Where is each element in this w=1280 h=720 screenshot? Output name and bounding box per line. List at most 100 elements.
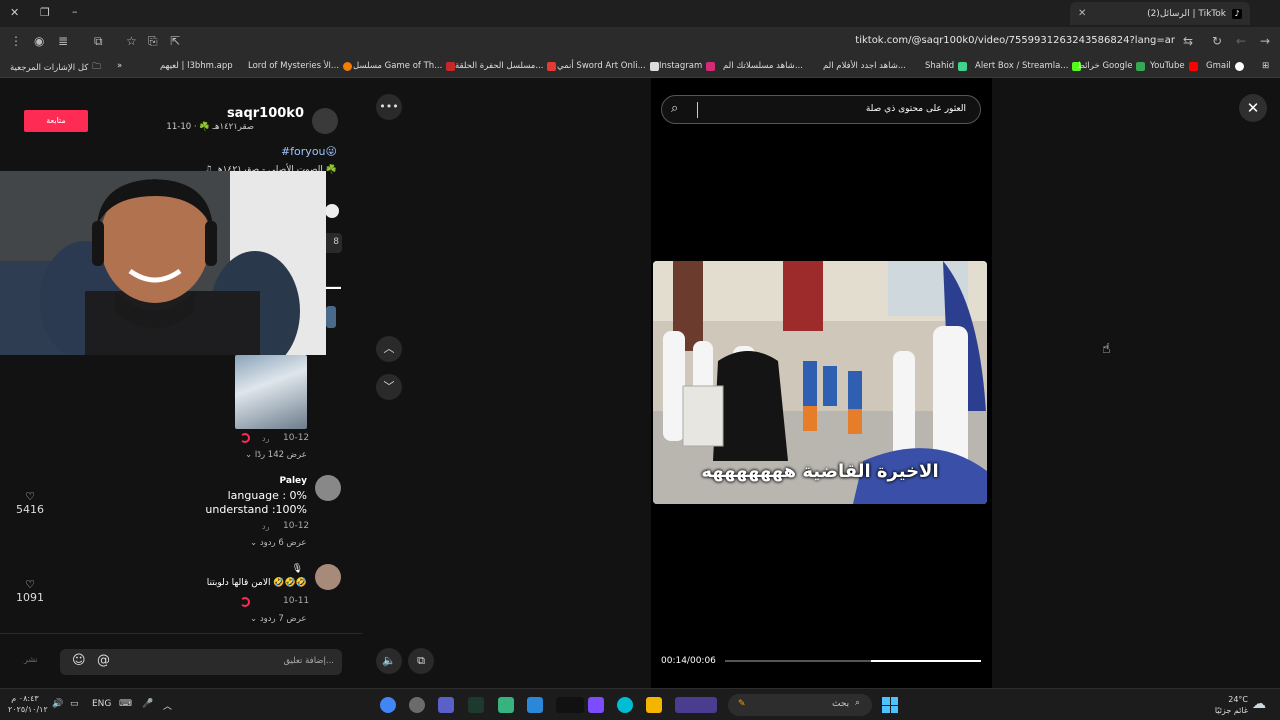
bookmark-item[interactable]: خرائط Google (1077, 61, 1146, 71)
heart-icon[interactable] (325, 204, 339, 218)
comment-image-thumb[interactable] (235, 355, 307, 429)
comment-like-icon[interactable] (240, 433, 250, 443)
mascot-icon[interactable] (556, 697, 584, 713)
store-icon[interactable] (527, 697, 543, 713)
cast-icon[interactable]: ⇱ (170, 34, 180, 48)
picture-in-picture-icon[interactable]: ⧉ (408, 648, 434, 674)
volume-icon[interactable]: 🔈 (376, 648, 402, 674)
teams-icon[interactable] (438, 697, 454, 713)
widget-icon[interactable] (675, 697, 717, 713)
next-video-icon[interactable]: ﹀ (376, 374, 402, 400)
comment-like-group[interactable]: ♡ 1091 (14, 578, 46, 604)
start-icon[interactable] (882, 697, 898, 713)
avatar[interactable] (312, 108, 338, 134)
close-tab-icon[interactable]: ✕ (1078, 8, 1086, 19)
search-highlight-icon: ✎ (738, 699, 746, 709)
gmail-icon (1234, 61, 1244, 71)
avatar[interactable] (315, 564, 341, 590)
share-icon[interactable]: ⎘ (148, 34, 158, 49)
close-icon[interactable]: ✕ (1239, 94, 1267, 122)
app-icon[interactable] (498, 697, 514, 713)
reply-button[interactable]: رد (262, 434, 269, 443)
comment-author[interactable]: Paley (280, 476, 307, 486)
clock[interactable]: ٠٨:٤٣ م ٢٠٢٥/١٠/١٢ (8, 693, 48, 715)
restore-window-icon[interactable]: ❐ (40, 6, 50, 19)
back-icon[interactable]: → (1260, 34, 1270, 48)
site-settings-icon[interactable]: ⇆ (1183, 34, 1193, 48)
view-replies-button[interactable]: ⌄ عرض 142 ردًا (245, 450, 307, 460)
post-button[interactable]: نشر (24, 655, 38, 664)
url-field[interactable]: tiktok.com/@saqr100k0/video/755993126324… (855, 35, 1175, 46)
comment-date: 10-12 (283, 521, 310, 531)
language-indicator[interactable]: ENG (92, 699, 111, 709)
heart-outline-icon[interactable]: ♡ (14, 578, 46, 591)
show-hidden-icons[interactable]: ︿ (163, 699, 172, 712)
comment-like-icon[interactable] (240, 597, 250, 607)
bookmark-favicon (343, 61, 353, 71)
apps-grid-icon[interactable]: ⊞ (1262, 61, 1269, 71)
obs-icon[interactable] (409, 697, 425, 713)
close-window-icon[interactable]: ✕ (10, 6, 19, 19)
bookmark-all[interactable]: كل الإشارات المرجعية 🗀 (10, 61, 101, 75)
more-options-icon[interactable]: ••• (376, 94, 402, 120)
chrome-icon[interactable] (380, 697, 396, 713)
volume-tray-icon[interactable]: 🔊 (52, 699, 63, 709)
tab-active[interactable]: ✕ (2)الرسائل | TikTok ♪ (1070, 2, 1250, 25)
weather-widget[interactable]: 24°C غائم جزئيًا (1214, 694, 1248, 716)
search-icon[interactable]: ⌕ (671, 101, 678, 116)
terminal-icon[interactable] (468, 697, 484, 713)
taskbar-search[interactable]: ✎ بحث ⌕ (728, 694, 872, 716)
bookmark-item[interactable]: شاهد مسلسلاتك الم... (723, 61, 803, 71)
view-replies-button[interactable]: ⌄ عرض 7 ردود (250, 614, 306, 624)
like-count: 5416 (16, 503, 44, 516)
minimize-window-icon[interactable]: – (72, 5, 78, 18)
bookmark-item[interactable]: Lord of Mysteries الأ... (248, 61, 353, 71)
comment-bar: نشر إضافة تعليق... ☺ @ (0, 633, 362, 688)
bookmark-star-icon[interactable]: ☆ (126, 34, 137, 48)
previous-video-icon[interactable]: ︿ (376, 336, 402, 362)
view-replies-button[interactable]: ⌄ عرض 6 ردود (250, 538, 306, 548)
bookmark-item[interactable]: مسلسل الحفرة الحلقة... (455, 61, 557, 71)
file-explorer-icon[interactable] (646, 697, 662, 713)
comment-author[interactable]: 🎙 (292, 564, 303, 574)
reload-icon[interactable]: ↻ (1212, 34, 1222, 48)
bookmark-item[interactable]: Shahid (925, 61, 968, 71)
bookmark-item[interactable]: شاهد اجدد الأفلام الم... (823, 61, 906, 71)
menu-icon[interactable]: ⋮ (10, 34, 22, 48)
bookmark-item[interactable]: لعيهم | l3bhm.app (160, 61, 233, 71)
bookmarks-overflow-icon[interactable]: » (117, 61, 122, 71)
network-icon[interactable]: ▭ (70, 699, 79, 709)
username[interactable]: saqr100k0 (227, 106, 304, 121)
heart-outline-icon[interactable]: ♡ (14, 490, 46, 503)
taskbar: ٠٨:٤٣ م ٢٠٢٥/١٠/١٢ 🔊 ▭ ENG ⌨ 🎤 ︿ ✎ بحث ⌕… (0, 688, 1280, 720)
mouse-cursor-icon: ☝ (1102, 341, 1111, 357)
comment-like-group[interactable]: ♡ 5416 (14, 490, 46, 516)
bookmark-item[interactable]: مسلسل Game of Th... (353, 61, 456, 71)
keyboard-icon[interactable]: ⌨ (119, 699, 132, 709)
tab-indicator (326, 287, 341, 289)
extensions-icon[interactable]: ⧉ (94, 34, 103, 49)
bookmark-item[interactable]: Alert Box / Streamla... (975, 61, 1082, 71)
edge-icon[interactable] (617, 697, 633, 713)
video-progress-bar[interactable] (725, 660, 981, 662)
emoji-icon[interactable]: ☺ (72, 653, 86, 668)
bookmark-item[interactable]: YouTube (1150, 61, 1198, 71)
bookmark-item[interactable]: Instagram (659, 61, 716, 71)
microphone-icon[interactable]: 🎤 (142, 699, 153, 709)
follow-button[interactable]: متابعة (24, 110, 88, 132)
app-icon[interactable] (588, 697, 604, 713)
tab-search-icon[interactable]: ≣ (58, 34, 68, 48)
avatar[interactable] (315, 475, 341, 501)
profile-icon[interactable]: ◉ (34, 34, 44, 48)
bookmark-item[interactable]: أنمي Sword Art Onli... (557, 61, 659, 71)
mention-icon[interactable]: @ (97, 653, 110, 668)
related-search-input[interactable]: ⌕ العثور على محتوى ذي صلة (661, 95, 981, 124)
bookmark-item[interactable]: Gmail (1206, 61, 1244, 71)
forward-icon[interactable]: ← (1236, 34, 1246, 48)
video-frame[interactable]: الاخيرة القاضية هههههههه (653, 261, 987, 504)
tab-bar: ✕ ❐ – + ✕ (2)الرسائل | TikTok ♪ (0, 0, 1280, 27)
creator-video-thumb[interactable] (326, 306, 336, 328)
hashtag-link[interactable]: #foryou😜 (281, 145, 337, 158)
video-progress-fill (870, 660, 981, 662)
reply-button[interactable]: رد (262, 522, 269, 531)
